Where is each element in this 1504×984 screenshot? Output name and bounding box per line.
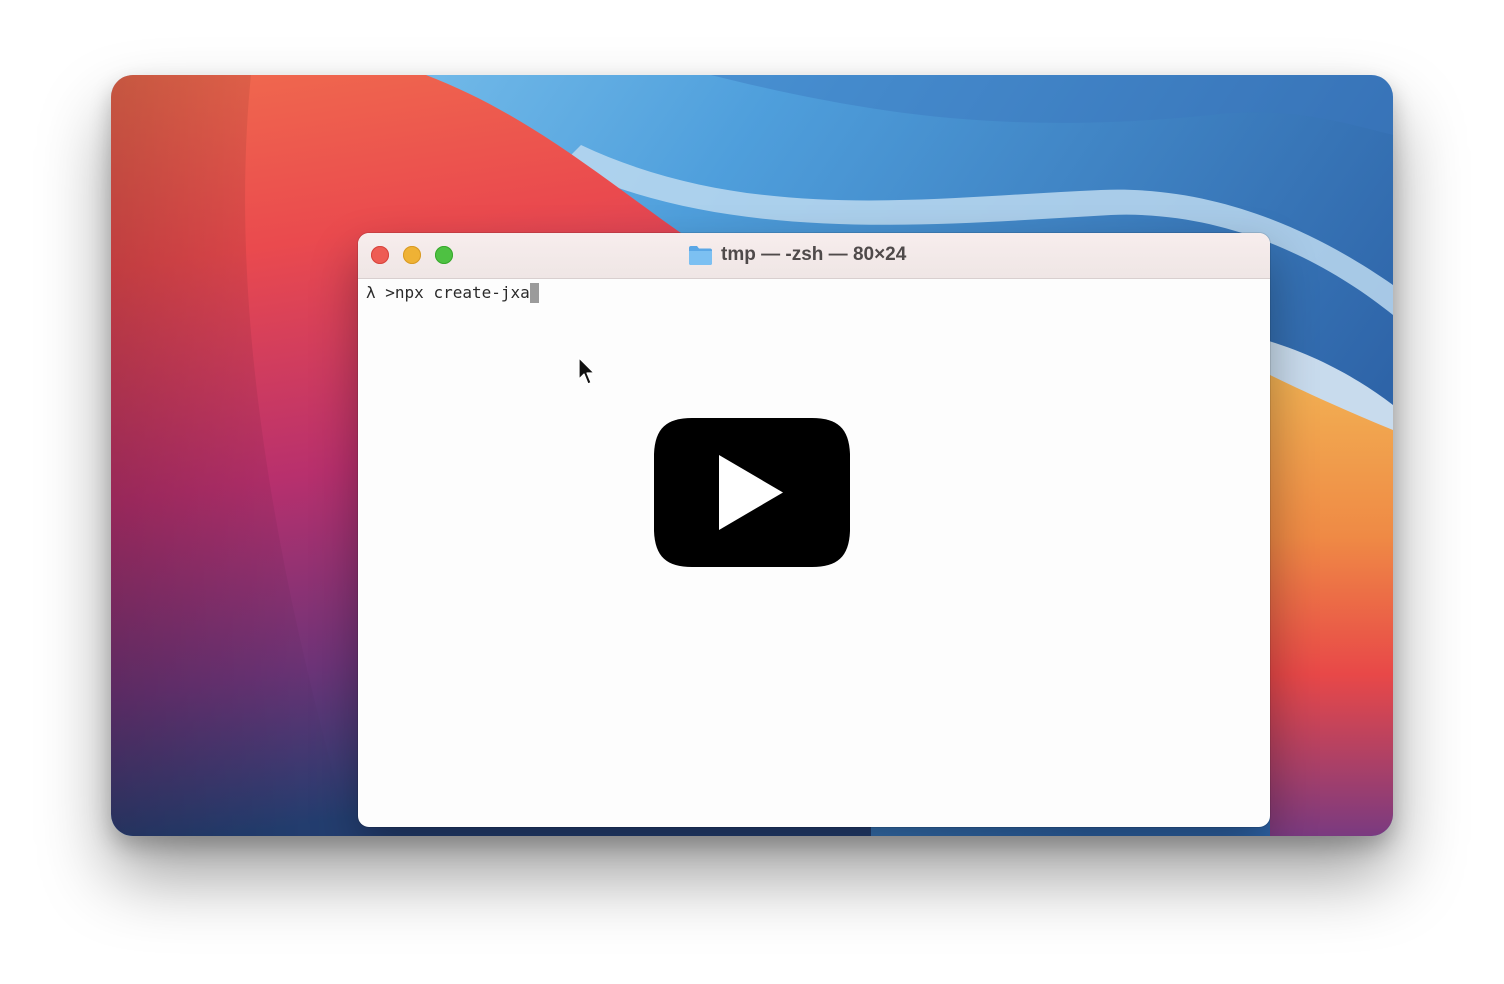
window-title-text: tmp — -zsh — 80×24: [721, 244, 907, 265]
close-window-button[interactable]: [371, 246, 389, 264]
minimize-window-button[interactable]: [403, 246, 421, 264]
play-icon: [654, 418, 850, 567]
shell-prompt: λ >: [366, 283, 395, 302]
typed-command: npx create-jxa: [394, 283, 530, 302]
command-line: λ > npx create-jxa: [366, 282, 539, 304]
window-title: tmp — -zsh — 80×24: [688, 243, 906, 267]
text-cursor: [529, 283, 539, 303]
terminal-titlebar[interactable]: tmp — -zsh — 80×24: [358, 233, 1270, 279]
play-button[interactable]: [652, 416, 852, 569]
folder-icon: [689, 246, 712, 265]
zoom-window-button[interactable]: [435, 246, 453, 264]
video-thumbnail[interactable]: tmp — -zsh — 80×24 λ > npx create-jxa: [111, 75, 1393, 836]
mouse-pointer-icon: [578, 357, 595, 385]
